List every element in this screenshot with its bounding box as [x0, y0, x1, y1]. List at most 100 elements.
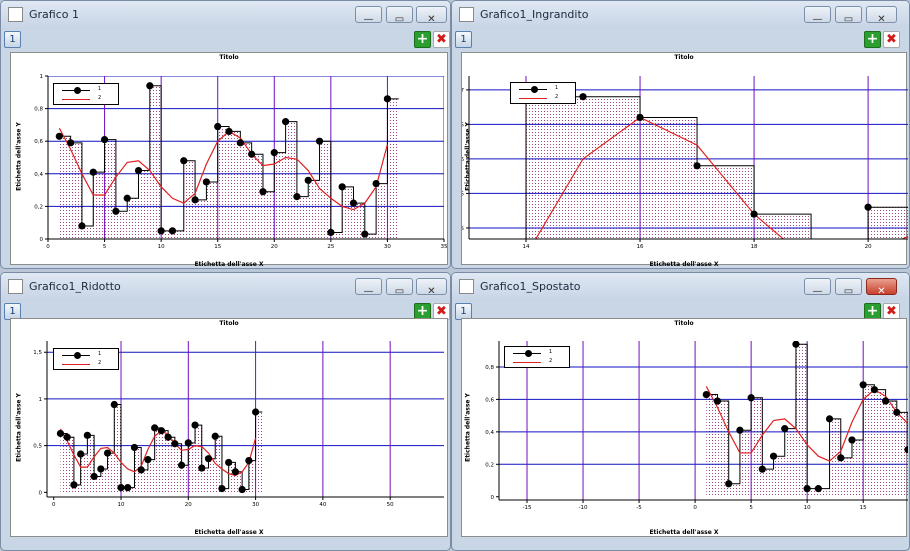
legend-label-1: 1	[555, 85, 559, 91]
series-1-point	[792, 341, 800, 348]
series-1-point	[837, 454, 845, 462]
chart-title: Titolo	[219, 320, 239, 327]
series-1-point	[736, 426, 744, 434]
series-1-point	[180, 157, 188, 165]
minimize-button[interactable]: —	[804, 278, 831, 297]
legend-marker-1	[525, 350, 532, 357]
legend: 1 2	[504, 346, 570, 368]
window-title: Grafico 1	[29, 8, 79, 21]
window-grafico1-ingrandito[interactable]: Grafico1_Ingrandito — ▭ ✕ 1 + ✖ 14 16 18 20…	[451, 0, 910, 269]
series-1-point	[747, 394, 755, 402]
series-1-step-fill	[60, 404, 263, 493]
maximize-button[interactable]: ▭	[386, 6, 413, 25]
series-1-point	[361, 230, 369, 238]
series-1-point	[870, 386, 878, 394]
close-button[interactable]: ✕	[866, 278, 897, 297]
series-1-point	[327, 228, 335, 237]
maximize-button[interactable]: ▭	[835, 278, 862, 297]
window-grafico-1[interactable]: Grafico 1 — ▭ ✕ 1 + ✖ 0 5 10 15 20 25 30 35 0 0,2…	[0, 0, 451, 269]
maximize-button[interactable]: ▭	[835, 6, 862, 25]
series-1-point	[781, 425, 789, 433]
title-bar[interactable]: Grafico1_Spostato — ▭ ✕	[452, 273, 909, 301]
y-tick-label: 0,7	[462, 88, 464, 94]
legend: 1 2	[510, 82, 576, 104]
plot-area[interactable]: 0 5 10 15 20 25 30 35 0 0,2 0,4 0,6 0,8 1 Titolo Etic…	[10, 52, 448, 268]
legend-marker-1	[74, 87, 81, 94]
index-badge[interactable]: 1	[455, 31, 472, 48]
x-tick-label: 40	[319, 502, 326, 508]
window-grafico1-ridotto[interactable]: Grafico1_Ridotto — ▭ ✕ 1 + ✖ 0 10 20 30 40 50…	[0, 272, 451, 551]
series-1-point	[117, 484, 125, 492]
series-1-point	[236, 139, 244, 147]
minimize-button[interactable]: —	[804, 6, 831, 25]
index-badge[interactable]: 1	[4, 31, 21, 48]
series-1-point	[803, 485, 811, 493]
series-1-point	[78, 222, 86, 230]
x-tick-label: 20	[865, 244, 872, 250]
series-1-point	[864, 203, 872, 211]
x-axis-label: Etichetta dell'asse X	[649, 529, 719, 536]
series-1-point	[758, 465, 766, 473]
legend-label-1: 1	[549, 349, 553, 355]
x-tick-label: 5	[749, 505, 753, 511]
x-tick-label: 15	[860, 505, 867, 511]
series-1-point	[225, 458, 233, 467]
add-plus-icon[interactable]: +	[864, 31, 881, 48]
minimize-button[interactable]: —	[355, 6, 382, 25]
title-bar[interactable]: Grafico1_Ridotto — ▭ ✕	[1, 273, 450, 301]
series-1-point	[372, 179, 380, 188]
plot-area[interactable]: 0 10 20 30 40 50 0 0,5 1 1,5 Titolo Etichetta del…	[10, 318, 448, 537]
series-1-point	[225, 127, 233, 136]
series-1-point	[814, 485, 822, 493]
y-tick-label: 0	[39, 490, 43, 496]
maximize-button[interactable]: ▭	[386, 278, 413, 297]
series-1-point	[769, 452, 778, 460]
delete-x-icon[interactable]: ✖	[883, 31, 900, 48]
series-1-point	[103, 449, 112, 457]
x-tick-label: 0	[52, 502, 56, 508]
x-tick-label: 5	[103, 244, 107, 250]
chart-app-icon	[459, 7, 474, 22]
series-1-point	[90, 472, 98, 481]
series-1-point	[164, 433, 172, 441]
legend-label-2: 2	[98, 95, 102, 101]
chart-app-icon	[8, 279, 23, 294]
legend-label-1: 1	[98, 351, 102, 357]
series-1-point	[177, 461, 186, 469]
series-1-point	[750, 210, 758, 218]
series-1-point	[123, 194, 131, 202]
series-1-point	[157, 227, 165, 235]
title-bar[interactable]: Grafico1_Ingrandito — ▭ ✕	[452, 1, 909, 29]
series-1-point	[171, 440, 179, 448]
window-grafico1-spostato[interactable]: Grafico1_Spostato — ▭ ✕ 1 + ✖ -15 -10 -5 0 5…	[451, 272, 910, 551]
delete-x-icon[interactable]: ✖	[433, 31, 450, 48]
series-1-point	[881, 397, 890, 405]
series-1-point	[579, 93, 587, 101]
series-1-point	[144, 456, 152, 464]
series-1-step-fill	[469, 96, 908, 239]
x-tick-label: 10	[118, 502, 125, 508]
series-1-point	[130, 443, 139, 452]
series-1-point	[191, 196, 199, 204]
window-title: Grafico1_Spostato	[480, 280, 581, 293]
plot-area[interactable]: -15 -10 -5 0 5 10 15 0 0,2 0,4 0,6 0,8 Titolo Etich…	[461, 318, 908, 537]
series-1-point	[245, 456, 253, 465]
window-title: Grafico1_Ingrandito	[480, 8, 589, 21]
close-button[interactable]: ✕	[416, 278, 447, 297]
legend-label-1: 1	[98, 86, 102, 92]
title-bar[interactable]: Grafico 1 — ▭ ✕	[1, 1, 450, 29]
y-tick-label: 0,8	[485, 365, 494, 371]
series-1-point	[825, 415, 834, 423]
close-button[interactable]: ✕	[866, 6, 897, 25]
minimize-button[interactable]: —	[355, 278, 382, 297]
x-tick-label: 15	[214, 244, 221, 250]
legend: 1 2	[53, 83, 119, 105]
x-tick-label: 18	[751, 244, 758, 250]
y-tick-label: 1	[39, 397, 43, 403]
y-axis-label: Etichetta dell'asse Y	[15, 393, 23, 462]
plot-area[interactable]: 141618200,50,550,60,650,7 Titolo Etichet…	[461, 52, 908, 268]
add-plus-icon[interactable]: +	[414, 31, 431, 48]
close-button[interactable]: ✕	[416, 6, 447, 25]
x-tick-label: -10	[579, 505, 588, 511]
x-tick-label: 25	[327, 244, 334, 250]
